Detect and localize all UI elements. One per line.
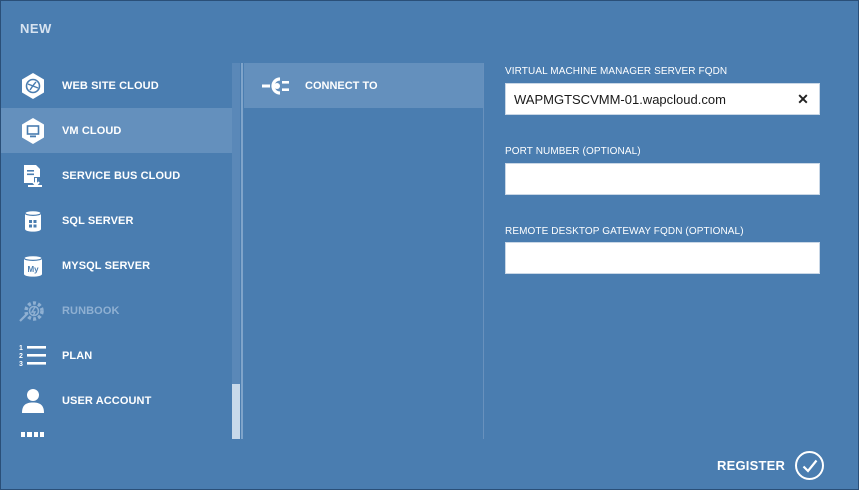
nav-item-sql-server[interactable]: SQL SERVER [1,198,233,243]
connect-plug-icon [261,75,293,97]
nav-label: VM CLOUD [62,124,122,137]
nav-label: PLAN [62,349,93,362]
nav-item-runbook: RUNBOOK [1,288,233,333]
service-bus-icon [18,161,48,191]
nav-label: RUNBOOK [62,304,120,317]
vmm-fqdn-input[interactable] [505,83,820,115]
nav-label: MYSQL SERVER [62,259,151,272]
nav-item-user-account[interactable]: USER ACCOUNT [1,378,233,423]
nav-scrollbar[interactable] [232,63,240,439]
more-items-indicator [21,432,44,438]
nav-item-mysql-server[interactable]: My MYSQL SERVER [1,243,233,288]
mysql-server-icon: My [18,251,48,281]
sql-server-icon [18,206,48,236]
nav-label: USER ACCOUNT [62,394,152,407]
port-number-label: PORT NUMBER (OPTIONAL) [505,146,641,157]
port-number-input[interactable] [505,163,820,195]
dialog-title: NEW [20,21,52,36]
nav-label: SQL SERVER [62,214,134,227]
nav-item-service-bus-cloud[interactable]: SERVICE BUS CLOUD [1,153,233,198]
register-button[interactable]: REGISTER [717,450,825,481]
checkmark-icon [795,451,825,480]
column-divider [241,63,243,439]
nav-item-vm-cloud[interactable]: VM CLOUD [1,108,233,153]
nav-item-web-site-cloud[interactable]: WEB SITE CLOUD [1,63,233,108]
svg-text:My: My [27,265,39,274]
nav-scrollbar-thumb[interactable] [232,384,240,439]
web-site-cloud-icon [18,71,48,101]
plan-list-icon: 1 2 3 [18,341,48,371]
nav-label: WEB SITE CLOUD [62,79,159,92]
svg-text:2: 2 [19,353,23,360]
column-divider [483,63,484,439]
svg-text:1: 1 [19,345,23,352]
register-label: REGISTER [717,458,786,473]
clear-input-button[interactable]: ✕ [794,89,812,109]
runbook-icon [18,296,48,326]
vmm-fqdn-label: VIRTUAL MACHINE MANAGER SERVER FQDN [505,66,728,77]
category-nav: WEB SITE CLOUD VM CLOUD SERVICE BUS CLOU… [1,63,233,439]
nav-item-plan[interactable]: 1 2 3 PLAN [1,333,233,378]
step-connect-to[interactable]: CONNECT TO [244,63,483,108]
svg-text:3: 3 [19,361,23,368]
rd-gateway-fqdn-label: REMOTE DESKTOP GATEWAY FQDN (OPTIONAL) [505,226,744,237]
vm-cloud-icon [18,116,48,146]
new-dialog: NEW WEB SITE CLOUD VM CLOUD SERVICE BUS … [0,0,859,490]
rd-gateway-fqdn-input[interactable] [505,242,820,274]
user-account-icon [18,386,48,416]
step-label: CONNECT TO [305,79,378,92]
close-icon: ✕ [797,90,809,107]
nav-label: SERVICE BUS CLOUD [62,169,181,182]
